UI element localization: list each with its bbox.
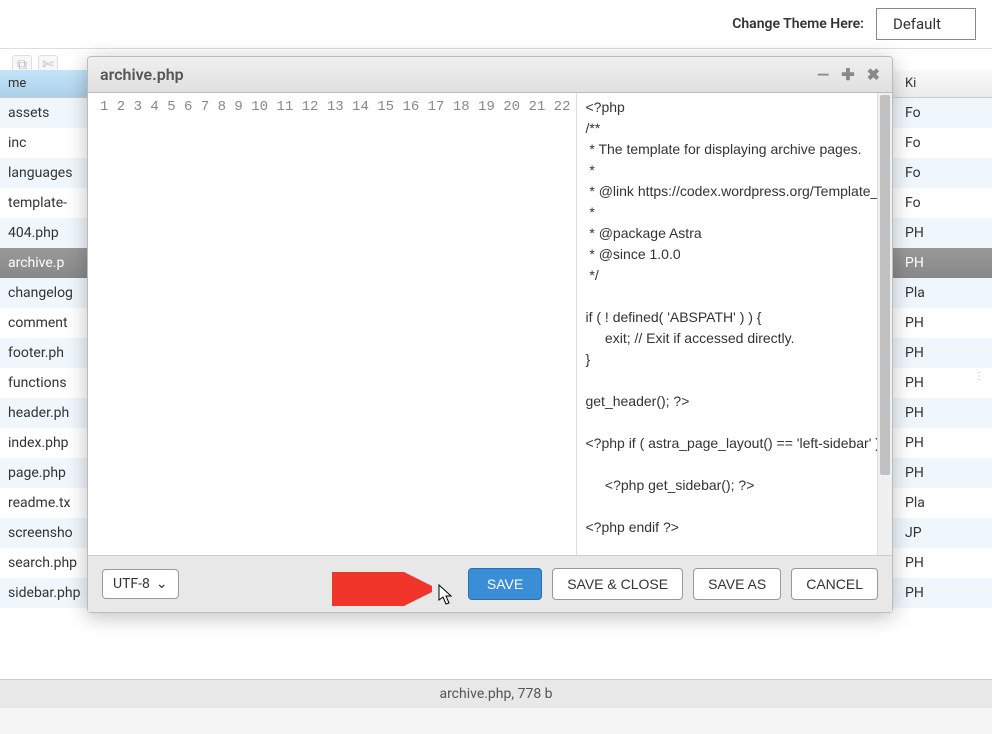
close-icon[interactable]: ✖ [867, 65, 880, 84]
change-theme-label: Change Theme Here: [732, 16, 864, 32]
file-kind: Fo [895, 98, 992, 128]
editor-footer: UTF-8 ⌄ SAVE SAVE & CLOSE SAVE AS CANCEL [88, 555, 892, 612]
editor-filename: archive.php [100, 65, 805, 84]
annotation-arrow [332, 572, 432, 606]
file-kind: Pla [895, 278, 992, 308]
theme-select[interactable]: Default [876, 8, 976, 40]
file-kind: PH [895, 428, 992, 458]
code-area[interactable]: 1 2 3 4 5 6 7 8 9 10 11 12 13 14 15 16 1… [88, 93, 892, 555]
save-close-button[interactable]: SAVE & CLOSE [552, 568, 683, 600]
file-kind: PH [895, 248, 992, 278]
file-kind: PH [895, 398, 992, 428]
chevron-down-icon: ⌄ [156, 576, 168, 592]
file-kind: PH [895, 218, 992, 248]
cursor-icon [436, 584, 454, 610]
file-kind: Fo [895, 188, 992, 218]
file-kind: PH [895, 578, 992, 608]
line-gutter: 1 2 3 4 5 6 7 8 9 10 11 12 13 14 15 16 1… [88, 93, 577, 555]
file-kind: JP [895, 518, 992, 548]
save-button[interactable]: SAVE [468, 568, 542, 600]
file-kind: Fo [895, 158, 992, 188]
file-kind: PH [895, 548, 992, 578]
file-kind: PH [895, 458, 992, 488]
editor-title-bar[interactable]: archive.php — ✚ ✖ [88, 57, 892, 93]
drag-handle-icon[interactable]: ⋮ [974, 363, 984, 391]
maximize-icon[interactable]: ✚ [841, 65, 854, 84]
cancel-button[interactable]: CANCEL [791, 568, 878, 600]
file-kind: Fo [895, 128, 992, 158]
encoding-select[interactable]: UTF-8 ⌄ [102, 569, 179, 599]
top-bar: Change Theme Here: Default [0, 0, 992, 49]
editor-modal: archive.php — ✚ ✖ 1 2 3 4 5 6 7 8 9 10 1… [87, 56, 893, 613]
code-scrollbar-thumb[interactable] [880, 95, 890, 475]
status-bar: archive.php, 778 b [0, 679, 992, 708]
minimize-icon[interactable]: — [817, 65, 829, 84]
col-header-kind[interactable]: ⋮ Ki [895, 70, 992, 97]
save-as-button[interactable]: SAVE AS [693, 568, 781, 600]
file-kind: PH [895, 308, 992, 338]
file-kind: Pla [895, 488, 992, 518]
code-content[interactable]: <?php /** * The template for displaying … [577, 93, 892, 555]
code-scrollbar[interactable] [877, 93, 892, 555]
